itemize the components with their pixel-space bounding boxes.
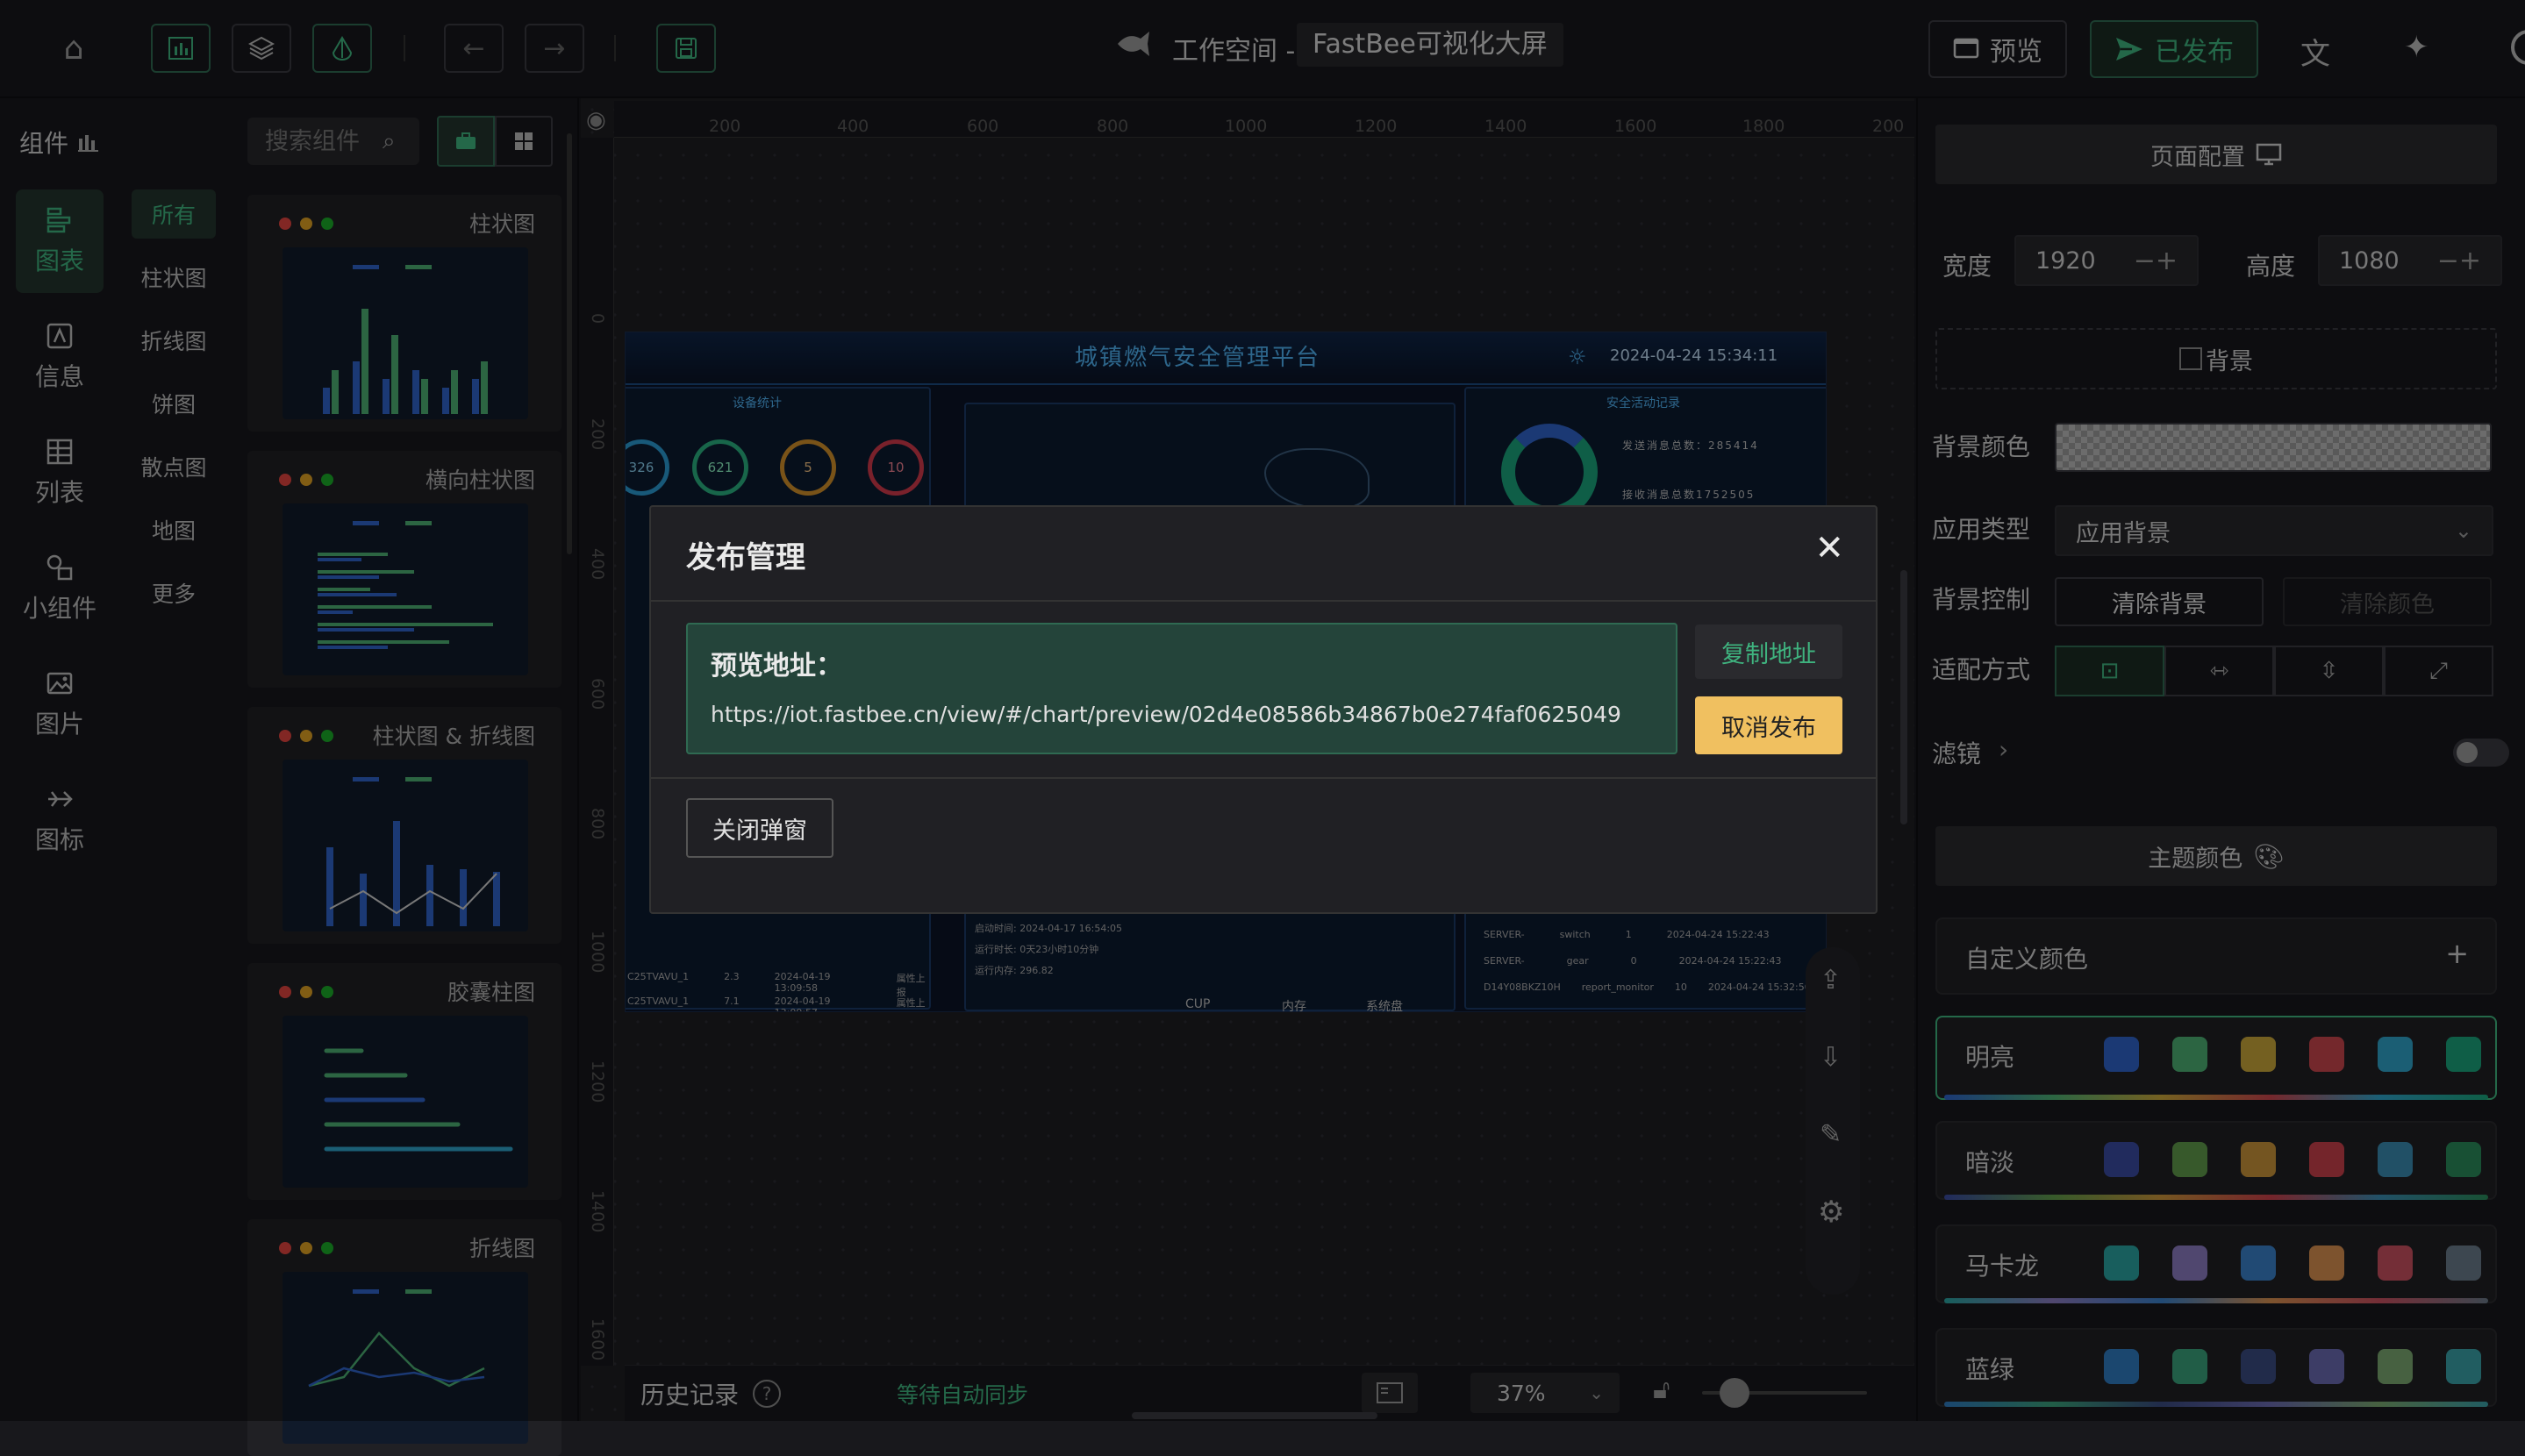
unpublish-button[interactable]: 取消发布 — [1695, 696, 1842, 754]
close-modal-button[interactable]: 关闭弹窗 — [686, 798, 833, 858]
modal-header: 发布管理 ✕ — [651, 507, 1876, 602]
preview-url-box: 预览地址： https://iot.fastbee.cn/view/#/char… — [686, 623, 1677, 754]
preview-url[interactable]: https://iot.fastbee.cn/view/#/chart/prev… — [711, 702, 1621, 727]
modal-footer-divider — [651, 777, 1876, 779]
close-icon[interactable]: ✕ — [1814, 528, 1844, 568]
publish-modal: 发布管理 ✕ 预览地址： https://iot.fastbee.cn/view… — [649, 505, 1878, 914]
copy-address-button[interactable]: 复制地址 — [1695, 625, 1842, 679]
preview-address-label: 预览地址： — [711, 651, 842, 682]
modal-title: 发布管理 — [686, 540, 805, 575]
